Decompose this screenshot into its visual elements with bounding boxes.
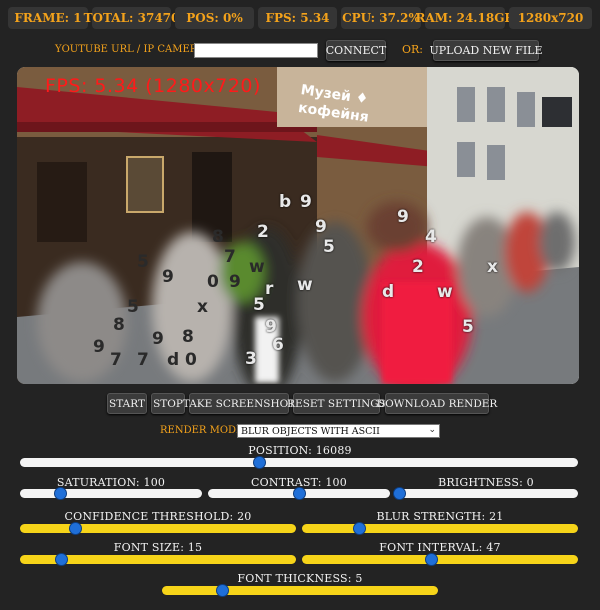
- contrast-slider-thumb[interactable]: [293, 488, 305, 499]
- blur-strength-slider[interactable]: [302, 523, 578, 534]
- connect-button[interactable]: CONNECT: [326, 40, 386, 61]
- ascii-glyph: 9: [93, 337, 105, 357]
- cpu-stat: CPU: 37.2%: [341, 7, 421, 29]
- ascii-glyph: 5: [253, 295, 265, 315]
- render-mode-value: BLUR OBJECTS WITH ASCII: [241, 425, 380, 437]
- font-size-label: FONT SIZE: 15: [113, 541, 203, 554]
- ascii-glyph: 8: [212, 227, 224, 247]
- resolution-stat: 1280x720: [509, 7, 592, 29]
- confidence-label: CONFIDENCE THRESHOLD: 20: [64, 510, 252, 523]
- font-thickness-slider[interactable]: [162, 585, 438, 596]
- position-slider[interactable]: [20, 457, 578, 468]
- ascii-glyph: w: [437, 282, 453, 302]
- font-interval-slider[interactable]: [302, 554, 578, 565]
- ascii-glyph: 9: [229, 272, 241, 292]
- font-interval-label: FONT INTERVAL: 47: [379, 541, 501, 554]
- ascii-glyph: 9: [397, 207, 409, 227]
- controls-row: START STOP TAKE SCREENSHOT RESET SETTING…: [0, 393, 600, 414]
- blur-strength-label: BLUR STRENGTH: 21: [376, 510, 504, 523]
- ascii-glyph: 8: [113, 315, 125, 335]
- frame-stat: FRAME: 1: [8, 7, 88, 29]
- confidence-slider-thumb[interactable]: [69, 523, 81, 534]
- render-mode-label: RENDER MODE:: [160, 425, 247, 436]
- ascii-glyph: r: [265, 279, 274, 299]
- brightness-label: BRIGHTNESS: 0: [438, 476, 534, 489]
- or-label: OR:: [402, 43, 424, 56]
- ascii-glyph: 9: [162, 267, 174, 287]
- ascii-glyph: 9: [315, 217, 327, 237]
- stats-bar: FRAME: 1 TOTAL: 37470 POS: 0% FPS: 5.34 …: [8, 7, 592, 29]
- ascii-glyph: b: [279, 192, 292, 212]
- ascii-glyph: 9: [265, 317, 277, 337]
- fps-stat: FPS: 5.34: [258, 7, 337, 29]
- ascii-glyph: w: [249, 257, 265, 277]
- saturation-slider-thumb[interactable]: [54, 488, 66, 499]
- font-interval-slider-thumb[interactable]: [426, 554, 438, 565]
- ascii-glyph: 5: [127, 297, 139, 317]
- stop-button[interactable]: STOP: [151, 393, 185, 414]
- screenshot-button[interactable]: TAKE SCREENSHOT: [183, 393, 295, 414]
- ascii-glyph: x: [197, 297, 208, 317]
- ascii-glyph: 9: [300, 192, 312, 212]
- chevron-down-icon: ⌄: [428, 425, 436, 435]
- ascii-glyph: 2: [257, 222, 269, 242]
- ascii-glyph: 5: [137, 252, 149, 272]
- font-size-slider-thumb[interactable]: [55, 554, 67, 565]
- saturation-slider[interactable]: [20, 488, 202, 499]
- contrast-slider[interactable]: [208, 488, 390, 499]
- render-mode-row: RENDER MODE: BLUR OBJECTS WITH ASCII ⌄: [0, 424, 600, 439]
- font-thickness-slider-thumb[interactable]: [217, 585, 229, 596]
- total-stat: TOTAL: 37470: [84, 7, 179, 29]
- url-label: YOUTUBE URL / IP CAMERA:: [55, 44, 208, 55]
- ram-stat: RAM: 24.18GB: [415, 7, 515, 29]
- brightness-slider-thumb[interactable]: [394, 488, 405, 499]
- confidence-slider[interactable]: [20, 523, 296, 534]
- ascii-glyph: d: [167, 350, 180, 370]
- ascii-glyph: 7: [224, 247, 236, 267]
- font-size-slider[interactable]: [20, 554, 296, 565]
- fps-overlay-text: FPS: 5.34 (1280x720): [45, 75, 261, 97]
- download-render-button[interactable]: DOWNLOAD RENDER: [377, 393, 497, 414]
- blur-strength-slider-thumb[interactable]: [354, 523, 366, 534]
- ascii-glyph: x: [487, 257, 498, 277]
- ascii-glyph: 0: [185, 350, 197, 370]
- ascii-glyph: 3: [245, 349, 257, 369]
- ascii-glyph: 5: [462, 317, 474, 337]
- position-label: POSITION: 16089: [248, 444, 352, 457]
- video-preview: FPS: 5.34 (1280x720) Музей ♦ кофейня b92…: [17, 67, 579, 384]
- reset-settings-button[interactable]: RESET SETTINGS: [287, 393, 386, 414]
- ascii-glyph: 9: [152, 329, 164, 349]
- ascii-glyph: w: [297, 275, 313, 295]
- ascii-glyph: 7: [110, 350, 122, 370]
- ascii-glyph: 4: [425, 227, 437, 247]
- ascii-glyph: d: [382, 282, 395, 302]
- ascii-glyph: 5: [323, 237, 335, 257]
- source-row: YOUTUBE URL / IP CAMERA: CONNECT OR: UPL…: [0, 40, 600, 61]
- position-slider-thumb[interactable]: [254, 457, 266, 468]
- ascii-glyph: 7: [137, 350, 149, 370]
- brightness-slider[interactable]: [394, 488, 578, 499]
- start-button[interactable]: START: [107, 393, 147, 414]
- ascii-glyph: 8: [182, 327, 194, 347]
- render-mode-select[interactable]: BLUR OBJECTS WITH ASCII ⌄: [237, 424, 440, 438]
- upload-file-button[interactable]: UPLOAD NEW FILE: [429, 40, 543, 61]
- ascii-glyph: 2: [412, 257, 424, 277]
- ascii-glyph: 0: [207, 272, 219, 292]
- font-thickness-label: FONT THICKNESS: 5: [237, 572, 363, 585]
- url-input[interactable]: [194, 43, 318, 58]
- ascii-glyph: 6: [272, 335, 284, 355]
- saturation-label: SATURATION: 100: [56, 476, 166, 489]
- position-stat: POS: 0%: [175, 7, 254, 29]
